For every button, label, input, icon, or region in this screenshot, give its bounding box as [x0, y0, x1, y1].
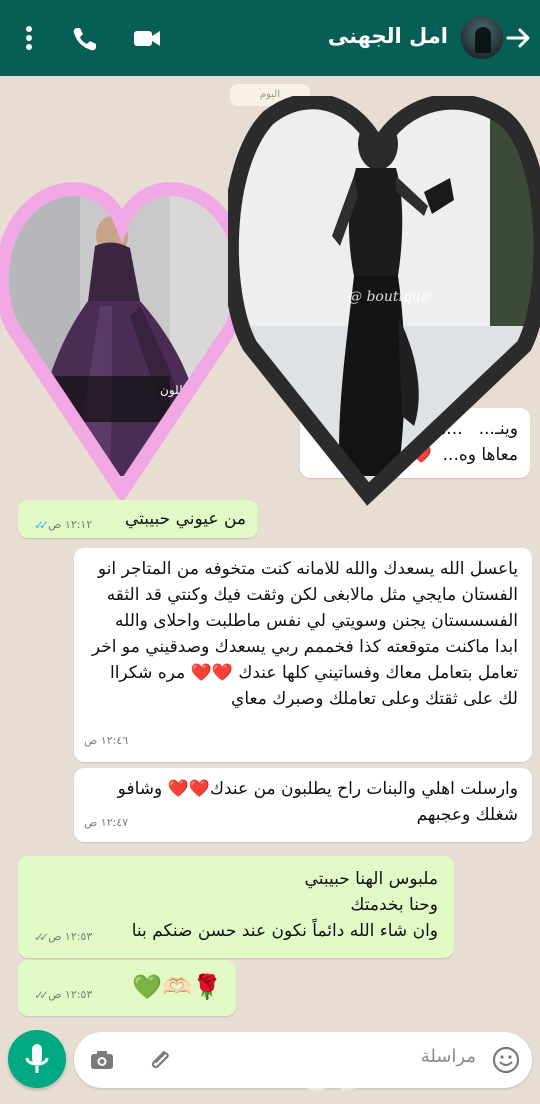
delivered-ticks-icon: ✓✓ — [34, 988, 49, 1002]
message-time: ١٢:٥٣ ص — [48, 988, 93, 1001]
message-meta: ١٢:١٢ ص ✓✓ — [30, 512, 92, 538]
read-ticks-icon: ✓✓ — [34, 518, 49, 532]
voice-call-icon[interactable] — [70, 22, 100, 54]
mic-button[interactable] — [8, 1030, 66, 1088]
message-outgoing[interactable]: من عيوني حبيبتي ١٢:١٢ ص ✓✓ — [18, 500, 258, 538]
message-time: ١٢:١٢ ص — [48, 518, 93, 531]
chat-header: امل الجهنى — [0, 0, 540, 76]
avatar[interactable] — [460, 16, 504, 60]
message-meta: ١٢:٥٣ ص ✓✓ — [30, 924, 92, 950]
mic-icon — [25, 1044, 49, 1073]
back-arrow-icon[interactable] — [504, 22, 532, 54]
boutique-watermark: @ boutique — [348, 289, 429, 305]
message-outgoing[interactable]: 🌹🫶🏻💚 ١٢:٥٣ ص ✓✓ — [18, 960, 236, 1016]
camera-icon[interactable] — [88, 1046, 116, 1078]
delivered-ticks-icon: ✓✓ — [34, 930, 49, 944]
message-incoming[interactable]: وارسلت اهلي والبنات راح يطلبون من عندك❤️… — [74, 768, 532, 842]
message-incoming[interactable]: ياعسل الله يسعدك والله للامانه كنت متخوف… — [74, 548, 532, 762]
site-watermark: حراج — [296, 1040, 402, 1091]
black-heart-dress-image[interactable]: @ boutique — [228, 96, 540, 506]
message-emoji-text: 🌹🫶🏻💚 — [132, 973, 222, 1001]
message-text: وارسلت اهلي والبنات راح يطلبون من عندك❤️… — [112, 779, 518, 825]
message-meta: ١٢:٤٦ ص — [84, 728, 128, 754]
message-time: ١٢:٤٦ ص — [84, 734, 129, 747]
message-text: ياعسل الله يسعدك والله للامانه كنت متخوف… — [86, 559, 518, 709]
message-outgoing[interactable]: ملبوس الهنا حبيبتي وحنا بخدمتك وان شاء ا… — [18, 856, 454, 958]
attach-icon[interactable] — [146, 1046, 174, 1078]
message-meta: ١٢:٤٧ ص — [84, 810, 128, 836]
message-time: ١٢:٥٣ ص — [48, 930, 93, 943]
video-call-icon[interactable] — [132, 22, 162, 54]
message-input-placeholder: مراسلة — [420, 1046, 476, 1067]
message-time: ١٢:٤٧ ص — [84, 816, 129, 829]
more-menu-icon[interactable] — [14, 22, 44, 54]
message-meta: ١٢:٥٣ ص ✓✓ — [30, 982, 92, 1008]
pink-heart-dress-image[interactable]: جمال التصميم وفخامة اللون — [0, 176, 244, 506]
contact-name[interactable]: امل الجهنى — [328, 24, 448, 48]
emoji-icon[interactable] — [492, 1046, 520, 1078]
